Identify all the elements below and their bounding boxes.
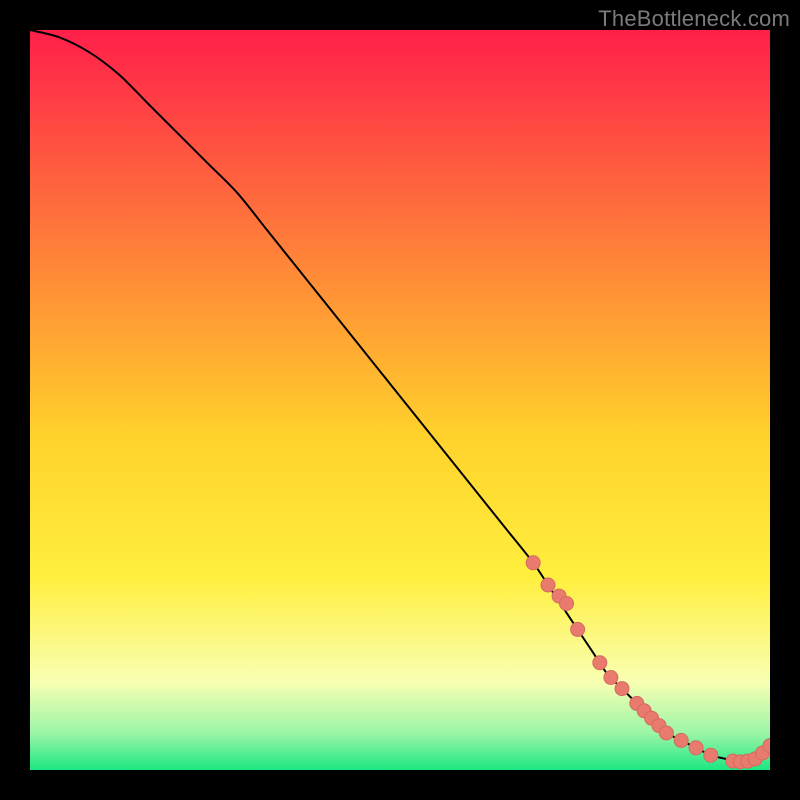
chart-svg (30, 30, 770, 770)
curve-marker (689, 741, 703, 755)
curve-marker (604, 671, 618, 685)
curve-marker (526, 556, 540, 570)
curve-marker (704, 748, 718, 762)
plot-area (30, 30, 770, 770)
curve-marker (659, 726, 673, 740)
gradient-background (30, 30, 770, 770)
curve-marker (615, 682, 629, 696)
watermark-text: TheBottleneck.com (598, 6, 790, 32)
curve-marker (560, 597, 574, 611)
chart-stage: TheBottleneck.com (0, 0, 800, 800)
curve-marker (593, 656, 607, 670)
curve-marker (674, 733, 688, 747)
curve-marker (571, 622, 585, 636)
curve-marker (541, 578, 555, 592)
